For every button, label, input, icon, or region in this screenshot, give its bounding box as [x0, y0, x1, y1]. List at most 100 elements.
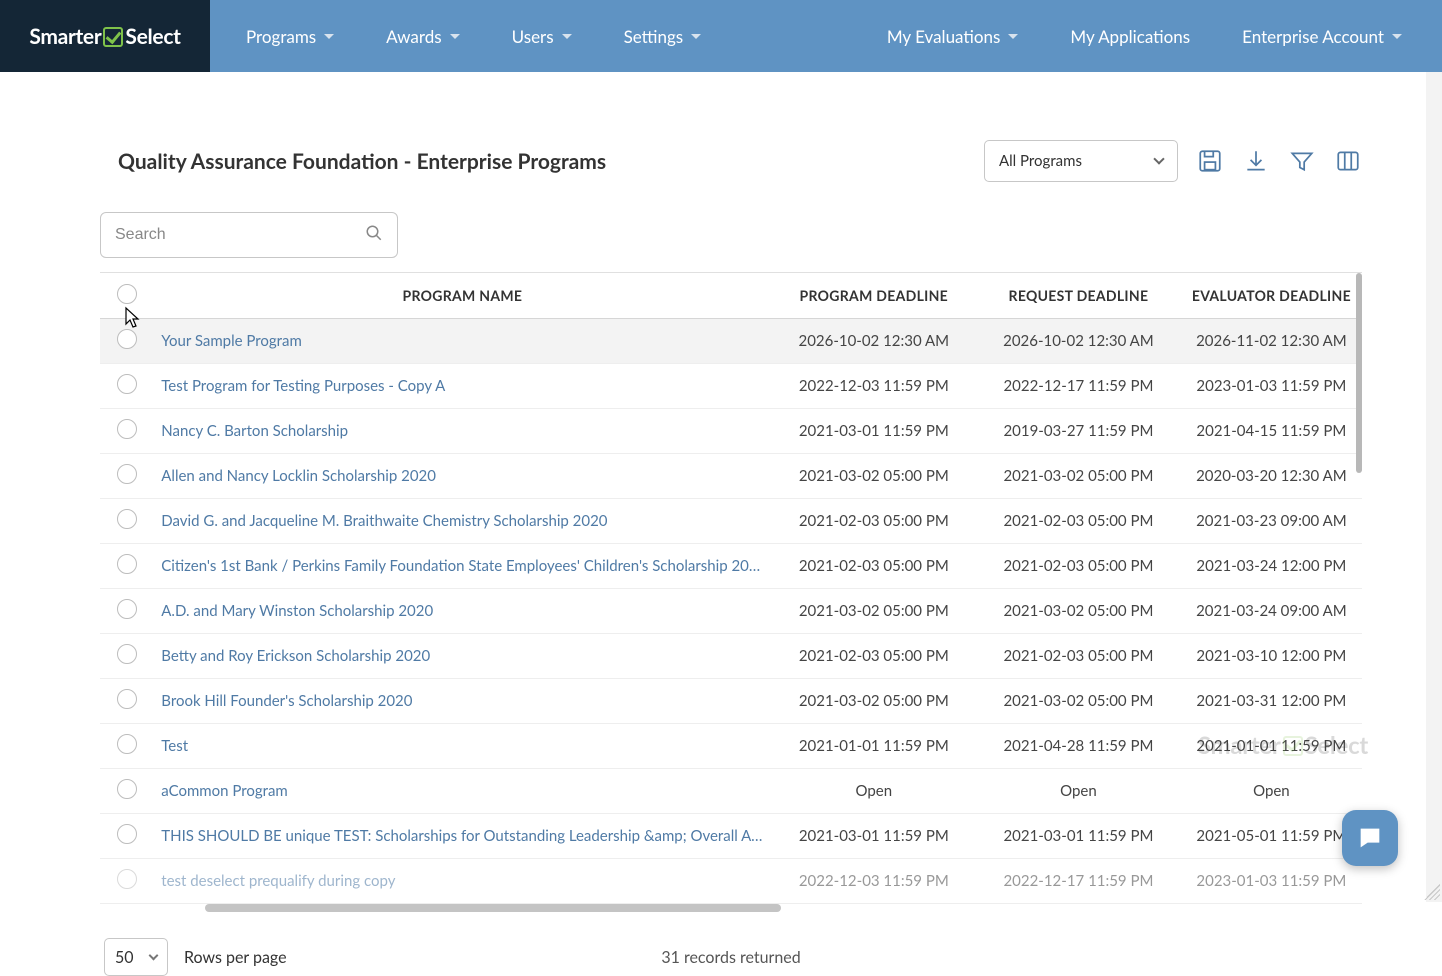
- row-select-cell: [100, 589, 153, 634]
- nav-item-users[interactable]: Users: [486, 0, 598, 72]
- evaluator-deadline-cell: 2021-03-31 12:00 PM: [1181, 679, 1362, 724]
- table-vertical-scrollbar[interactable]: [1356, 273, 1362, 473]
- program-deadline-cell: 2026-10-02 12:30 AM: [771, 319, 976, 364]
- program-link[interactable]: Betty and Roy Erickson Scholarship 2020: [161, 647, 763, 665]
- table-row: Nancy C. Barton Scholarship 2021-03-01 11…: [100, 409, 1362, 454]
- program-deadline-cell: 2021-01-01 11:59 PM: [771, 724, 976, 769]
- search-icon[interactable]: [365, 224, 383, 246]
- program-link[interactable]: Nancy C. Barton Scholarship: [161, 422, 763, 440]
- nav-item-my-evaluations[interactable]: My Evaluations: [861, 0, 1045, 72]
- request-deadline-cell: 2026-10-02 12:30 AM: [976, 319, 1181, 364]
- row-select-cell: [100, 769, 153, 814]
- program-deadline-cell: 2021-03-02 05:00 PM: [771, 454, 976, 499]
- row-select-radio[interactable]: [117, 464, 137, 484]
- nav-item-enterprise-account[interactable]: Enterprise Account: [1216, 0, 1428, 72]
- nav-item-label: My Evaluations: [887, 26, 1001, 47]
- program-deadline-cell: Open: [771, 769, 976, 814]
- nav-item-awards[interactable]: Awards: [360, 0, 485, 72]
- program-link[interactable]: aCommon Program: [161, 782, 763, 800]
- select-all-radio[interactable]: [117, 284, 137, 304]
- row-select-radio[interactable]: [117, 734, 137, 754]
- program-name-cell: David G. and Jacqueline M. Braithwaite C…: [153, 499, 771, 544]
- col-select-all: [100, 273, 153, 319]
- nav-item-programs[interactable]: Programs: [220, 0, 360, 72]
- row-select-radio[interactable]: [117, 869, 137, 889]
- table-row: Citizen's 1st Bank / Perkins Family Foun…: [100, 544, 1362, 589]
- program-link[interactable]: Your Sample Program: [161, 332, 763, 350]
- logo-check-icon: [103, 27, 123, 47]
- row-select-cell: [100, 499, 153, 544]
- col-program-name[interactable]: PROGRAM NAME: [153, 273, 771, 319]
- row-select-cell: [100, 814, 153, 859]
- program-link[interactable]: Test: [161, 737, 763, 755]
- row-select-radio[interactable]: [117, 509, 137, 529]
- page-size-select[interactable]: 50: [104, 938, 168, 976]
- nav-left: Programs Awards UsersSettings: [210, 0, 727, 72]
- request-deadline-cell: 2021-04-28 11:59 PM: [976, 724, 1181, 769]
- program-name-cell: test deselect prequalify during copy: [153, 859, 771, 904]
- program-link[interactable]: Brook Hill Founder's Scholarship 2020: [161, 692, 763, 710]
- columns-icon[interactable]: [1334, 147, 1362, 175]
- program-deadline-cell: 2021-03-01 11:59 PM: [771, 409, 976, 454]
- table-footer: 50 Rows per page 31 records returned: [100, 914, 1362, 976]
- program-link[interactable]: Allen and Nancy Locklin Scholarship 2020: [161, 467, 763, 485]
- program-filter-select[interactable]: All Programs: [984, 140, 1178, 182]
- row-select-radio[interactable]: [117, 779, 137, 799]
- caret-down-icon: [450, 34, 460, 39]
- row-select-radio[interactable]: [117, 824, 137, 844]
- table-row: Test 2021-01-01 11:59 PM2021-04-28 11:59 …: [100, 724, 1362, 769]
- row-select-cell: [100, 724, 153, 769]
- scrollbar-thumb[interactable]: [205, 904, 781, 912]
- search-input[interactable]: [115, 226, 365, 244]
- program-deadline-cell: 2021-02-03 05:00 PM: [771, 499, 976, 544]
- evaluator-deadline-cell: 2021-03-24 12:00 PM: [1181, 544, 1362, 589]
- program-link[interactable]: Citizen's 1st Bank / Perkins Family Foun…: [161, 557, 763, 575]
- evaluator-deadline-cell: 2026-11-02 12:30 AM: [1181, 319, 1362, 364]
- logo[interactable]: SmarterSelect: [0, 0, 210, 72]
- row-select-radio[interactable]: [117, 419, 137, 439]
- program-name-cell: Citizen's 1st Bank / Perkins Family Foun…: [153, 544, 771, 589]
- program-link[interactable]: Test Program for Testing Purposes - Copy…: [161, 377, 763, 395]
- nav-item-my-applications[interactable]: My Applications: [1044, 0, 1216, 72]
- col-request-deadline[interactable]: REQUEST DEADLINE: [976, 273, 1181, 319]
- chat-button[interactable]: [1342, 810, 1398, 866]
- row-select-radio[interactable]: [117, 374, 137, 394]
- top-nav: SmarterSelect Programs Awards UsersSetting…: [0, 0, 1442, 72]
- row-select-cell: [100, 679, 153, 724]
- program-name-cell: Test: [153, 724, 771, 769]
- col-program-deadline[interactable]: PROGRAM DEADLINE: [771, 273, 976, 319]
- resize-grip-icon: [1424, 884, 1440, 900]
- program-link[interactable]: test deselect prequalify during copy: [161, 872, 763, 890]
- program-deadline-cell: 2022-12-03 11:59 PM: [771, 364, 976, 409]
- save-icon[interactable]: [1196, 147, 1224, 175]
- search-box: [100, 212, 398, 258]
- row-select-radio[interactable]: [117, 644, 137, 664]
- row-select-cell: [100, 859, 153, 904]
- row-select-radio[interactable]: [117, 329, 137, 349]
- row-select-cell: [100, 634, 153, 679]
- col-evaluator-deadline[interactable]: EVALUATOR DEADLINE: [1181, 273, 1362, 319]
- programs-table: PROGRAM NAME PROGRAM DEADLINE REQUEST DE…: [100, 272, 1362, 914]
- request-deadline-cell: 2022-12-17 11:59 PM: [976, 364, 1181, 409]
- nav-item-settings[interactable]: Settings: [598, 0, 728, 72]
- download-icon[interactable]: [1242, 147, 1270, 175]
- row-select-radio[interactable]: [117, 599, 137, 619]
- rows-per-page-label: Rows per page: [184, 948, 287, 967]
- caret-down-icon: [1008, 34, 1018, 39]
- row-select-cell: [100, 319, 153, 364]
- program-deadline-cell: 2021-02-03 05:00 PM: [771, 544, 976, 589]
- row-select-radio[interactable]: [117, 689, 137, 709]
- table-horizontal-scrollbar[interactable]: [100, 904, 1362, 914]
- program-link[interactable]: THIS SHOULD BE unique TEST: Scholarships…: [161, 827, 763, 845]
- row-select-radio[interactable]: [117, 554, 137, 574]
- caret-down-icon: [324, 34, 334, 39]
- program-link[interactable]: A.D. and Mary Winston Scholarship 2020: [161, 602, 763, 620]
- program-link[interactable]: David G. and Jacqueline M. Braithwaite C…: [161, 512, 763, 530]
- filter-icon[interactable]: [1288, 147, 1316, 175]
- table-row: Brook Hill Founder's Scholarship 2020 202…: [100, 679, 1362, 724]
- request-deadline-cell: 2021-02-03 05:00 PM: [976, 499, 1181, 544]
- program-name-cell: THIS SHOULD BE unique TEST: Scholarships…: [153, 814, 771, 859]
- page-scrollbar[interactable]: [1426, 72, 1442, 902]
- table-row: A.D. and Mary Winston Scholarship 202020…: [100, 589, 1362, 634]
- nav-item-label: Awards: [386, 26, 441, 47]
